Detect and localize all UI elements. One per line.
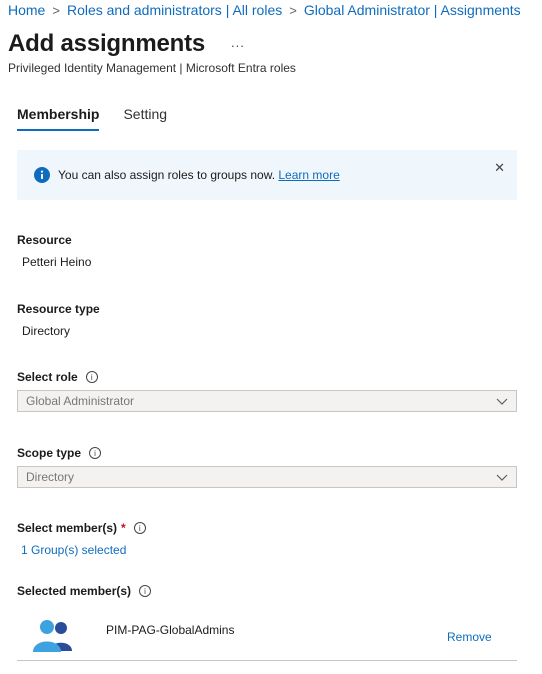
remove-member-button[interactable]: Remove	[447, 630, 492, 644]
member-row: PIM-PAG-GlobalAdmins Remove	[17, 612, 517, 661]
required-mark: *	[121, 521, 126, 535]
more-options-button[interactable]: ...	[231, 35, 245, 50]
title-row: Add assignments ...	[8, 30, 245, 58]
select-role-label: Select role	[17, 370, 78, 384]
selected-members-label-row: Selected member(s) i	[17, 584, 152, 598]
tab-setting[interactable]: Setting	[123, 104, 167, 131]
tab-membership[interactable]: Membership	[17, 104, 100, 131]
info-banner: You can also assign roles to groups now.…	[17, 150, 517, 200]
select-role-dropdown[interactable]: Global Administrator	[17, 390, 517, 412]
breadcrumb-separator: >	[52, 3, 60, 18]
select-role-value: Global Administrator	[26, 394, 135, 408]
learn-more-link[interactable]: Learn more	[278, 168, 339, 182]
breadcrumb-roles-and-administrators[interactable]: Roles and administrators | All roles	[67, 2, 282, 18]
scope-type-dropdown[interactable]: Directory	[17, 466, 517, 488]
resource-value: Petteri Heino	[22, 255, 92, 269]
chevron-down-icon	[496, 474, 508, 481]
breadcrumb-global-administrator[interactable]: Global Administrator | Assignments	[304, 2, 521, 18]
tab-bar: Membership Setting	[17, 104, 191, 131]
chevron-down-icon	[496, 398, 508, 405]
resource-type-label: Resource type	[17, 302, 100, 316]
select-role-label-row: Select role i	[17, 370, 98, 384]
group-icon	[33, 620, 72, 652]
info-icon	[34, 167, 50, 183]
select-members-label-row: Select member(s) * i	[17, 521, 146, 535]
info-icon[interactable]: i	[139, 585, 152, 597]
scope-type-value: Directory	[26, 470, 75, 484]
page-subtitle: Privileged Identity Management | Microso…	[8, 61, 296, 75]
select-members-link[interactable]: 1 Group(s) selected	[21, 543, 126, 557]
resource-type-value: Directory	[22, 324, 71, 338]
info-icon[interactable]: i	[133, 522, 146, 534]
select-members-label: Select member(s)	[17, 521, 118, 535]
selected-members-label: Selected member(s)	[17, 584, 132, 598]
scope-type-label-row: Scope type i	[17, 446, 102, 460]
banner-text-wrapper: You can also assign roles to groups now.…	[58, 168, 340, 182]
page-title: Add assignments	[8, 30, 206, 57]
scope-type-label: Scope type	[17, 446, 82, 460]
breadcrumb-home[interactable]: Home	[8, 2, 45, 18]
member-name: PIM-PAG-GlobalAdmins	[106, 623, 235, 637]
breadcrumb-separator: >	[289, 3, 297, 18]
resource-label: Resource	[17, 233, 72, 247]
info-icon[interactable]: i	[89, 447, 102, 459]
info-icon[interactable]: i	[85, 371, 98, 383]
banner-text: You can also assign roles to groups now.	[58, 168, 276, 182]
breadcrumb: Home > Roles and administrators | All role…	[8, 2, 521, 18]
close-icon[interactable]: ✕	[494, 160, 505, 176]
